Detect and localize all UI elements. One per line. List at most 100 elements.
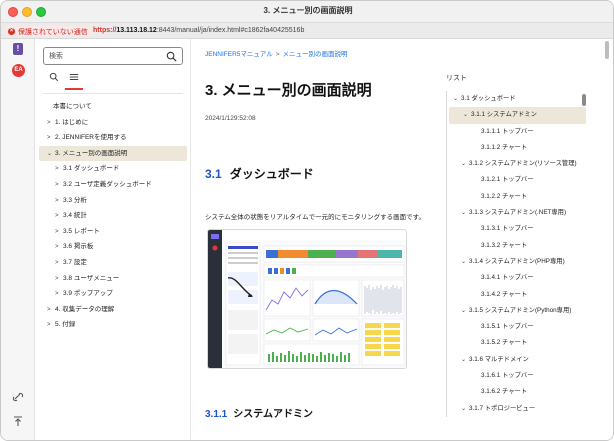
outline-item[interactable]: 3.1.2.2 チャート bbox=[447, 189, 586, 205]
outline-item[interactable]: ⌄ 3.1.3 システムアドミン(.NET専用) bbox=[447, 205, 586, 221]
outline-item-label: 3.1.7 トポロジービュー bbox=[469, 404, 536, 412]
chevron-right-icon[interactable]: > bbox=[55, 256, 63, 272]
toc-item[interactable]: ⌄ 3. メニュー別の画面説明 bbox=[39, 145, 187, 163]
toc-item-label: 3.1 ダッシュボード bbox=[63, 165, 120, 173]
chevron-right-icon[interactable]: > bbox=[55, 240, 63, 256]
outline-item-label: 3.1.1.2 チャート bbox=[481, 143, 528, 151]
toc-item[interactable]: >5. 付録 bbox=[39, 317, 187, 333]
section-number: 3.1 bbox=[205, 167, 222, 181]
outline-item-label: 3.1.5.1 トップバー bbox=[481, 323, 534, 331]
chevron-right-icon[interactable]: > bbox=[55, 194, 63, 210]
outline-item-label: 3.1.3 システムアドミン(.NET専用) bbox=[469, 209, 567, 217]
chevron-down-icon[interactable]: ⌄ bbox=[461, 352, 469, 368]
link-icon[interactable] bbox=[12, 391, 24, 403]
toc-item[interactable]: >3.7 設定 bbox=[39, 255, 187, 271]
outline-item[interactable]: 3.1.2.1 トップバー bbox=[447, 172, 586, 188]
toc-item[interactable]: >3.1 ダッシュボード bbox=[39, 161, 187, 177]
chevron-down-icon[interactable]: ⌄ bbox=[463, 107, 471, 123]
chevron-right-icon[interactable]: > bbox=[47, 116, 55, 132]
outline-item[interactable]: 3.1.4.2 チャート bbox=[447, 287, 586, 303]
toc-item[interactable]: >3.6 掲示板 bbox=[39, 239, 187, 255]
outline-item[interactable]: ⌄ 3.1.7 トポロジービュー bbox=[447, 401, 586, 417]
dashboard-screenshot bbox=[207, 229, 407, 369]
chevron-down-icon[interactable]: ⌄ bbox=[47, 147, 55, 163]
breadcrumb-link-manual[interactable]: JENNIFER5マニュアル bbox=[205, 51, 273, 58]
outline-item[interactable]: 3.1.5.1 トップバー bbox=[447, 319, 586, 335]
outline-item[interactable]: 3.1.4.1 トップバー bbox=[447, 270, 586, 286]
outline-item[interactable]: ⌄ 3.1.5 システムアドミン(Python専用) bbox=[447, 303, 586, 319]
toc-item[interactable]: 本書について bbox=[39, 99, 187, 115]
toc-item[interactable]: >2. JENNIFERを使用する bbox=[39, 130, 187, 146]
toc-item[interactable]: >1. はじめに bbox=[39, 115, 187, 131]
search-box[interactable] bbox=[43, 47, 183, 65]
chevron-right-icon[interactable]: > bbox=[55, 162, 63, 178]
url-host: 13.113.18.12 bbox=[116, 27, 157, 34]
toc-item-label: 3.4 統計 bbox=[63, 212, 87, 220]
outline-item-label: 3.1.6.1 トップバー bbox=[481, 372, 534, 380]
url-text[interactable]: https://13.113.18.12:8443/manual/ja/inde… bbox=[93, 27, 304, 34]
toc-item-label: 3.6 掲示板 bbox=[63, 243, 94, 251]
toc-item-label: 3.5 レポート bbox=[63, 227, 100, 235]
outline-item[interactable]: ⌄ 3.1 ダッシュボード bbox=[447, 91, 586, 107]
outline-item[interactable]: 3.1.6.1 トップバー bbox=[447, 368, 586, 384]
chevron-down-icon[interactable]: ⌄ bbox=[461, 254, 469, 270]
subsection-number: 3.1.1 bbox=[205, 409, 228, 420]
toc-item-label: 5. 付録 bbox=[55, 321, 76, 329]
outline-item[interactable]: 3.1.1.1 トップバー bbox=[447, 124, 586, 140]
breadcrumb-link-current[interactable]: メニュー別の画面説明 bbox=[283, 51, 348, 58]
outline-list: ⌄ 3.1 ダッシュボード ⌄ 3.1.1 システムアドミン 3.1.1.1 トップバー… bbox=[446, 91, 586, 417]
outline-item[interactable]: 3.1.1.2 チャート bbox=[447, 140, 586, 156]
outline-item[interactable]: 3.1.3.1 トップバー bbox=[447, 221, 586, 237]
tab-toc[interactable] bbox=[65, 72, 83, 90]
toc-item[interactable]: >4. 収集データの理解 bbox=[39, 302, 187, 318]
url-scheme: https:// bbox=[93, 27, 117, 34]
outline-item-label: 3.1.3.1 トップバー bbox=[481, 225, 534, 233]
chevron-down-icon[interactable]: ⌄ bbox=[453, 91, 461, 107]
outline-item-label: 3.1.5.2 チャート bbox=[481, 339, 528, 347]
chevron-down-icon[interactable]: ⌄ bbox=[461, 205, 469, 221]
outline-item[interactable]: ⌄ 3.1.6 マルチドメイン bbox=[447, 352, 586, 368]
window-title: 3. メニュー別の画面説明 bbox=[263, 6, 353, 15]
search-input[interactable] bbox=[49, 50, 159, 62]
chevron-right-icon[interactable]: > bbox=[47, 303, 55, 319]
chevron-down-icon[interactable]: ⌄ bbox=[461, 156, 469, 172]
chevron-right-icon[interactable]: > bbox=[55, 287, 63, 303]
chevron-down-icon[interactable]: ⌄ bbox=[461, 303, 469, 319]
security-warning[interactable]: × 保護されていない通信 bbox=[5, 26, 92, 36]
chevron-right-icon[interactable]: > bbox=[55, 225, 63, 241]
toc-item[interactable]: >3.4 統計 bbox=[39, 208, 187, 224]
security-warning-label: 保護されていない通信 bbox=[18, 28, 88, 36]
outline-item[interactable]: 3.1.3.2 チャート bbox=[447, 238, 586, 254]
toc-item[interactable]: >3.2 ユーザ定義ダッシュボード bbox=[39, 177, 187, 193]
chevron-right-icon[interactable]: > bbox=[47, 318, 55, 334]
outline-item[interactable]: 3.1.5.2 チャート bbox=[447, 335, 586, 351]
outline-item[interactable]: ⌄ 3.1.1 システムアドミン bbox=[449, 107, 586, 124]
outline-scrollbar[interactable] bbox=[582, 94, 586, 106]
table-of-contents: 本書について >1. はじめに >2. JENNIFERを使用する ⌄ 3. メニュー別… bbox=[39, 99, 187, 333]
chevron-right-icon[interactable]: > bbox=[55, 272, 63, 288]
toc-item[interactable]: >3.3 分析 bbox=[39, 193, 187, 209]
toc-item[interactable]: >3.9 ポップアップ bbox=[39, 286, 187, 302]
page-title: 3. メニュー別の画面説明 bbox=[205, 82, 372, 99]
browser-window: 3. メニュー別の画面説明 × 保護されていない通信 https://13.11… bbox=[0, 0, 614, 441]
outline-item[interactable]: 3.1.6.2 チャート bbox=[447, 384, 586, 400]
alert-icon[interactable]: ! bbox=[13, 43, 23, 55]
outline-item[interactable]: ⌄ 3.1.4 システムアドミン(PHP専用) bbox=[447, 254, 586, 270]
outline-item-label: 3.1.4.1 トップバー bbox=[481, 274, 534, 282]
toc-item-label: 3. メニュー別の画面説明 bbox=[55, 149, 128, 157]
chevron-right-icon[interactable]: > bbox=[47, 131, 55, 147]
breadcrumb-separator: > bbox=[275, 51, 280, 58]
toc-item[interactable]: >3.5 レポート bbox=[39, 224, 187, 240]
avatar[interactable]: EA bbox=[12, 64, 25, 77]
toc-item[interactable]: >3.8 ユーザメニュー bbox=[39, 271, 187, 287]
search-icon[interactable] bbox=[166, 51, 177, 62]
chevron-right-icon[interactable]: > bbox=[55, 178, 63, 194]
address-bar[interactable]: × 保護されていない通信 https://13.113.18.12:8443/m… bbox=[1, 23, 613, 39]
breadcrumb: JENNIFER5マニュアル > メニュー別の画面説明 bbox=[205, 48, 348, 58]
outline-item[interactable]: ⌄ 3.1.2 システムアドミン(リソース管理) bbox=[447, 156, 586, 172]
chevron-down-icon[interactable]: ⌄ bbox=[461, 401, 469, 417]
tab-search[interactable] bbox=[47, 72, 61, 86]
page-scrollbar[interactable] bbox=[605, 41, 609, 59]
chevron-right-icon[interactable]: > bbox=[55, 209, 63, 225]
scroll-top-icon[interactable] bbox=[12, 415, 24, 427]
